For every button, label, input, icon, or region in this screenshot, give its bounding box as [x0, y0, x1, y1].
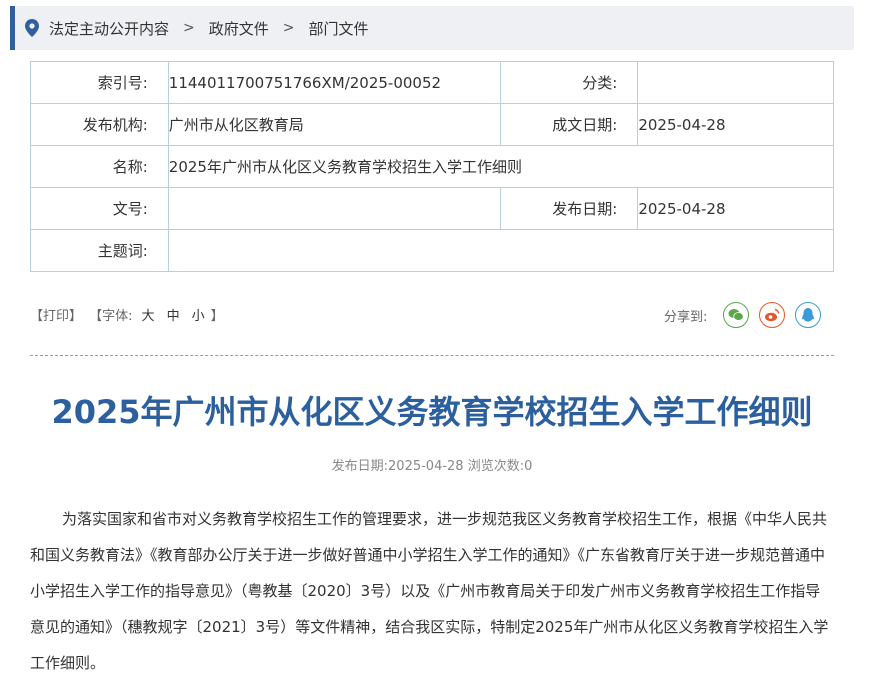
font-medium-button[interactable]: 中 — [167, 309, 180, 324]
meta-row: 文号: 发布日期: 2025-04-28 — [30, 187, 834, 230]
chevron-right-icon: > — [183, 20, 195, 36]
pubdate-value: 2025-04-28 — [637, 187, 834, 230]
chevron-right-icon: > — [282, 20, 295, 36]
font-size-prefix: 【字体: — [89, 309, 133, 324]
location-pin-icon — [25, 19, 39, 37]
meta-row: 发布机构: 广州市从化区教育局 成文日期: 2025-04-28 — [30, 103, 834, 146]
print-button[interactable]: 【打印】 — [30, 309, 82, 324]
meta-row: 名称: 2025年广州市从化区义务教育学校招生入学工作细则 — [30, 145, 835, 188]
issuer-label: 发布机构: — [30, 103, 169, 146]
name-label: 名称: — [30, 145, 169, 188]
name-value: 2025年广州市从化区义务教育学校招生入学工作细则 — [167, 145, 835, 188]
breadcrumb: 法定主动公开内容 > 政府文件 > 部门文件 — [10, 6, 854, 50]
font-size-suffix: 】 — [210, 309, 224, 324]
share-bar: 分享到: — [664, 302, 822, 328]
font-large-button[interactable]: 大 — [142, 309, 155, 324]
written-date-value: 2025-04-28 — [637, 103, 834, 146]
subject-value — [167, 229, 835, 272]
article-publish-info: 发布日期:2025-04-28 浏览次数:0 — [331, 459, 533, 474]
meta-row: 主题词: — [30, 229, 835, 272]
meta-row: 索引号: 1144011700751766XM/2025-00052 分类: — [30, 61, 834, 104]
share-label: 分享到: — [664, 309, 708, 325]
issuer-value: 广州市从化区教育局 — [167, 103, 501, 146]
article-title: 2025年广州市从化区义务教育学校招生入学工作细则 — [51, 393, 813, 431]
page-tools: 【打印】 【字体: 大中小】 — [30, 305, 227, 324]
qq-share-icon[interactable] — [795, 302, 822, 328]
category-value — [637, 61, 834, 104]
category-label: 分类: — [499, 61, 639, 104]
weibo-share-icon[interactable] — [759, 302, 786, 328]
divider — [30, 355, 834, 356]
docno-label: 文号: — [30, 187, 169, 230]
breadcrumb-item-gov-docs[interactable]: 政府文件 — [209, 18, 269, 39]
subject-label: 主题词: — [30, 229, 169, 272]
breadcrumb-item-dept-docs[interactable]: 部门文件 — [309, 18, 369, 39]
font-small-button[interactable]: 小 — [192, 309, 205, 324]
document-meta-table: 索引号: 1144011700751766XM/2025-00052 分类: 发… — [30, 61, 835, 272]
pubdate-label: 发布日期: — [499, 187, 639, 230]
wechat-share-icon[interactable] — [723, 302, 750, 328]
article-paragraph: 为落实国家和省市对义务教育学校招生工作的管理要求，进一步规范我区义务教育学校招生… — [30, 510, 829, 672]
breadcrumb-item-public-content[interactable]: 法定主动公开内容 — [49, 18, 169, 39]
index-value: 1144011700751766XM/2025-00052 — [167, 61, 501, 104]
docno-value — [167, 187, 501, 230]
index-label: 索引号: — [30, 61, 169, 104]
written-date-label: 成文日期: — [499, 103, 639, 146]
